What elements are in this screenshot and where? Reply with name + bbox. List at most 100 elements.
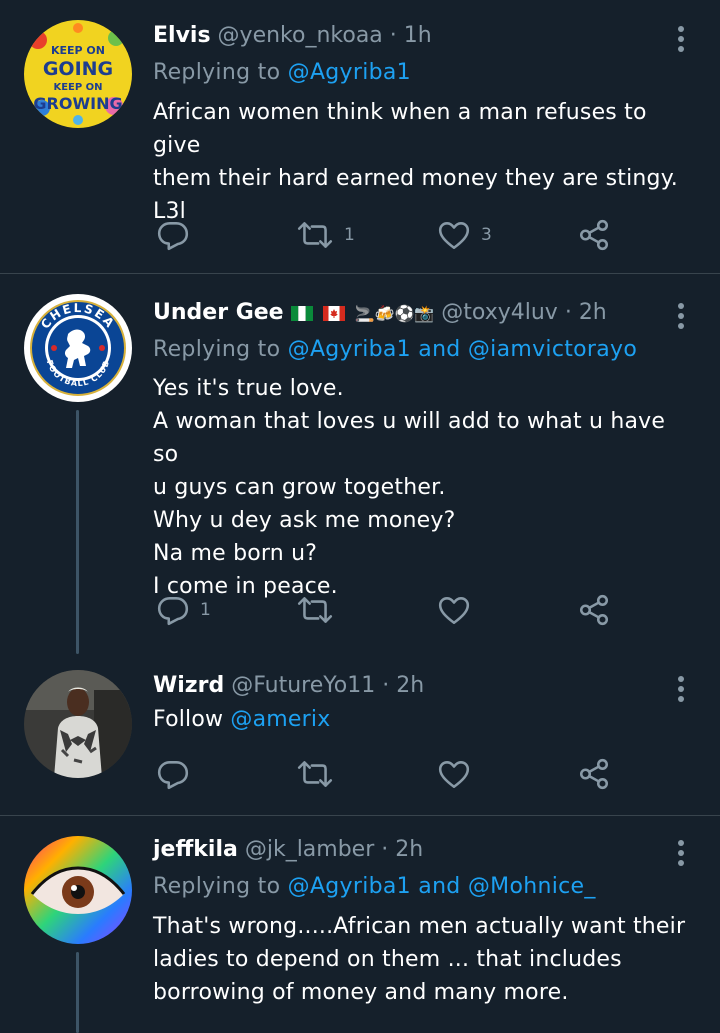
user-handle[interactable]: @toxy4luv: [441, 300, 558, 325]
thread-line: [76, 410, 79, 654]
tweet-elvis[interactable]: KEEP ON GOING KEEP ON GROWING Elvis @yen…: [0, 0, 720, 273]
tweet-time: · 2h: [382, 673, 425, 698]
like-button[interactable]: [437, 590, 471, 630]
tweet-jeffkila[interactable]: jeffkila @jk_lamber · 2h Replying to @Ag…: [0, 816, 720, 1033]
reply-icon: [156, 218, 190, 252]
colorful-eye-avatar-image: [24, 836, 132, 944]
tweet-text-line: Follow: [153, 707, 224, 732]
retweet-count: 1: [344, 225, 355, 245]
replying-and: and: [418, 337, 461, 362]
like-button[interactable]: [437, 754, 471, 794]
reply-button[interactable]: 1: [156, 590, 211, 630]
display-name[interactable]: jeffkila: [153, 837, 238, 862]
tweet-header: jeffkila @jk_lamber · 2h: [153, 837, 423, 862]
user-handle[interactable]: @jk_lamber: [245, 837, 374, 862]
avatar-text: GROWING: [33, 94, 122, 113]
replying-to-label: Replying to: [153, 874, 281, 899]
reply-button[interactable]: [156, 754, 190, 794]
tweet-text: Follow @amerix: [153, 703, 693, 736]
more-vertical-icon[interactable]: [678, 26, 686, 56]
display-name[interactable]: Under Gee: [153, 300, 284, 325]
tweet-header: Elvis @yenko_nkoaa · 1h: [153, 23, 432, 48]
mention-link[interactable]: @Agyriba1: [288, 337, 411, 362]
keep-on-going-avatar-image: KEEP ON GOING KEEP ON GROWING: [24, 20, 132, 128]
display-name[interactable]: Elvis: [153, 23, 211, 48]
avatar[interactable]: KEEP ON GOING KEEP ON GROWING: [24, 20, 132, 128]
retweet-icon: [296, 757, 334, 791]
retweet-button[interactable]: [296, 754, 334, 794]
tweet-text-line: Yes it's true love.: [153, 376, 344, 401]
replying-to-label: Replying to: [153, 60, 281, 85]
tweet-header: Wizrd @FutureYo11 · 2h: [153, 673, 424, 698]
mention-link[interactable]: @iamvictorayo: [468, 337, 637, 362]
replying-to: Replying to @Agyriba1 and @iamvictorayo: [153, 337, 637, 362]
replying-to: Replying to @Agyriba1 and @Mohnice_: [153, 874, 596, 899]
tweet-text-line: Why u dey ask me money?: [153, 508, 456, 533]
replying-to: Replying to @Agyriba1: [153, 60, 411, 85]
like-count: 3: [481, 225, 492, 245]
reply-icon: [156, 593, 190, 627]
like-button[interactable]: 3: [437, 215, 492, 255]
tweet-text-line: borrowing of money and many more.: [153, 980, 569, 1005]
tweet-text-line: Na me born u?: [153, 541, 318, 566]
share-button[interactable]: [577, 590, 611, 630]
share-icon: [577, 218, 611, 252]
tweet-header: Under Gee 🚬🍻⚽📸 @toxy4luv · 2h: [153, 300, 607, 325]
tweet-text: African women think when a man refuses t…: [153, 96, 693, 228]
avatar-text: KEEP ON: [51, 44, 105, 57]
tweet-text-line: African women think when a man refuses t…: [153, 100, 647, 158]
more-vertical-icon[interactable]: [678, 676, 686, 706]
tweet-under-gee[interactable]: CHELSEA FOOTBALL CLUB Under Gee 🚬🍻⚽📸 @to…: [0, 274, 720, 654]
replying-to-label: Replying to: [153, 337, 281, 362]
nigeria-flag-icon: [290, 305, 313, 321]
retweet-button[interactable]: [296, 590, 334, 630]
tweet-actions: [153, 754, 633, 794]
user-handle[interactable]: @yenko_nkoaa: [218, 23, 383, 48]
tweet-text-line: ladies to depend on them ... that includ…: [153, 947, 622, 972]
retweet-button[interactable]: 1: [296, 215, 355, 255]
tweet-text-line: them their hard earned money they are st…: [153, 166, 678, 191]
tweet-wizrd[interactable]: Wizrd @FutureYo11 · 2h Follow @amerix: [0, 654, 720, 814]
share-icon: [577, 593, 611, 627]
heart-icon: [437, 593, 471, 627]
tweet-time: · 2h: [564, 300, 607, 325]
share-icon: [577, 757, 611, 791]
tweet-text-line: u guys can grow together.: [153, 475, 446, 500]
retweet-icon: [296, 218, 334, 252]
share-button[interactable]: [577, 754, 611, 794]
chelsea-crest-avatar-image: CHELSEA FOOTBALL CLUB: [24, 294, 132, 402]
tweet-text-line: A woman that loves u will add to what u …: [153, 409, 666, 467]
mention-link[interactable]: @amerix: [230, 707, 330, 732]
mention-link[interactable]: @Agyriba1: [288, 874, 411, 899]
mention-link[interactable]: @Agyriba1: [288, 60, 411, 85]
tweet-actions: 1 3: [153, 215, 633, 255]
reply-button[interactable]: [156, 215, 190, 255]
mention-link[interactable]: @Mohnice_: [468, 874, 596, 899]
replying-and: and: [418, 874, 461, 899]
name-emojis: 🚬🍻⚽📸: [354, 303, 435, 323]
tweet-text: That's wrong.....African men actually wa…: [153, 910, 693, 1009]
tweet-text-line: That's wrong.....African men actually wa…: [153, 914, 686, 939]
share-button[interactable]: [577, 215, 611, 255]
heart-icon: [437, 218, 471, 252]
display-name[interactable]: Wizrd: [153, 673, 224, 698]
reply-count: 1: [200, 600, 211, 620]
retweet-icon: [296, 593, 334, 627]
more-vertical-icon[interactable]: [678, 840, 686, 870]
reply-icon: [156, 757, 190, 791]
tweet-time: · 1h: [389, 23, 432, 48]
avatar-text: KEEP ON: [53, 82, 102, 93]
user-handle[interactable]: @FutureYo11: [231, 673, 375, 698]
canada-flag-icon: [322, 305, 345, 321]
more-vertical-icon[interactable]: [678, 303, 686, 333]
tweet-text: Yes it's true love. A woman that loves u…: [153, 372, 693, 603]
thread-line: [76, 952, 79, 1033]
avatar[interactable]: CHELSEA FOOTBALL CLUB: [24, 294, 132, 402]
heart-icon: [437, 757, 471, 791]
avatar-text: GOING: [43, 58, 113, 80]
avatar[interactable]: [24, 670, 132, 778]
tweet-actions: 1: [153, 590, 633, 630]
avatar[interactable]: [24, 836, 132, 944]
person-photo-avatar-image: [24, 670, 132, 778]
tweet-time: · 2h: [381, 837, 424, 862]
